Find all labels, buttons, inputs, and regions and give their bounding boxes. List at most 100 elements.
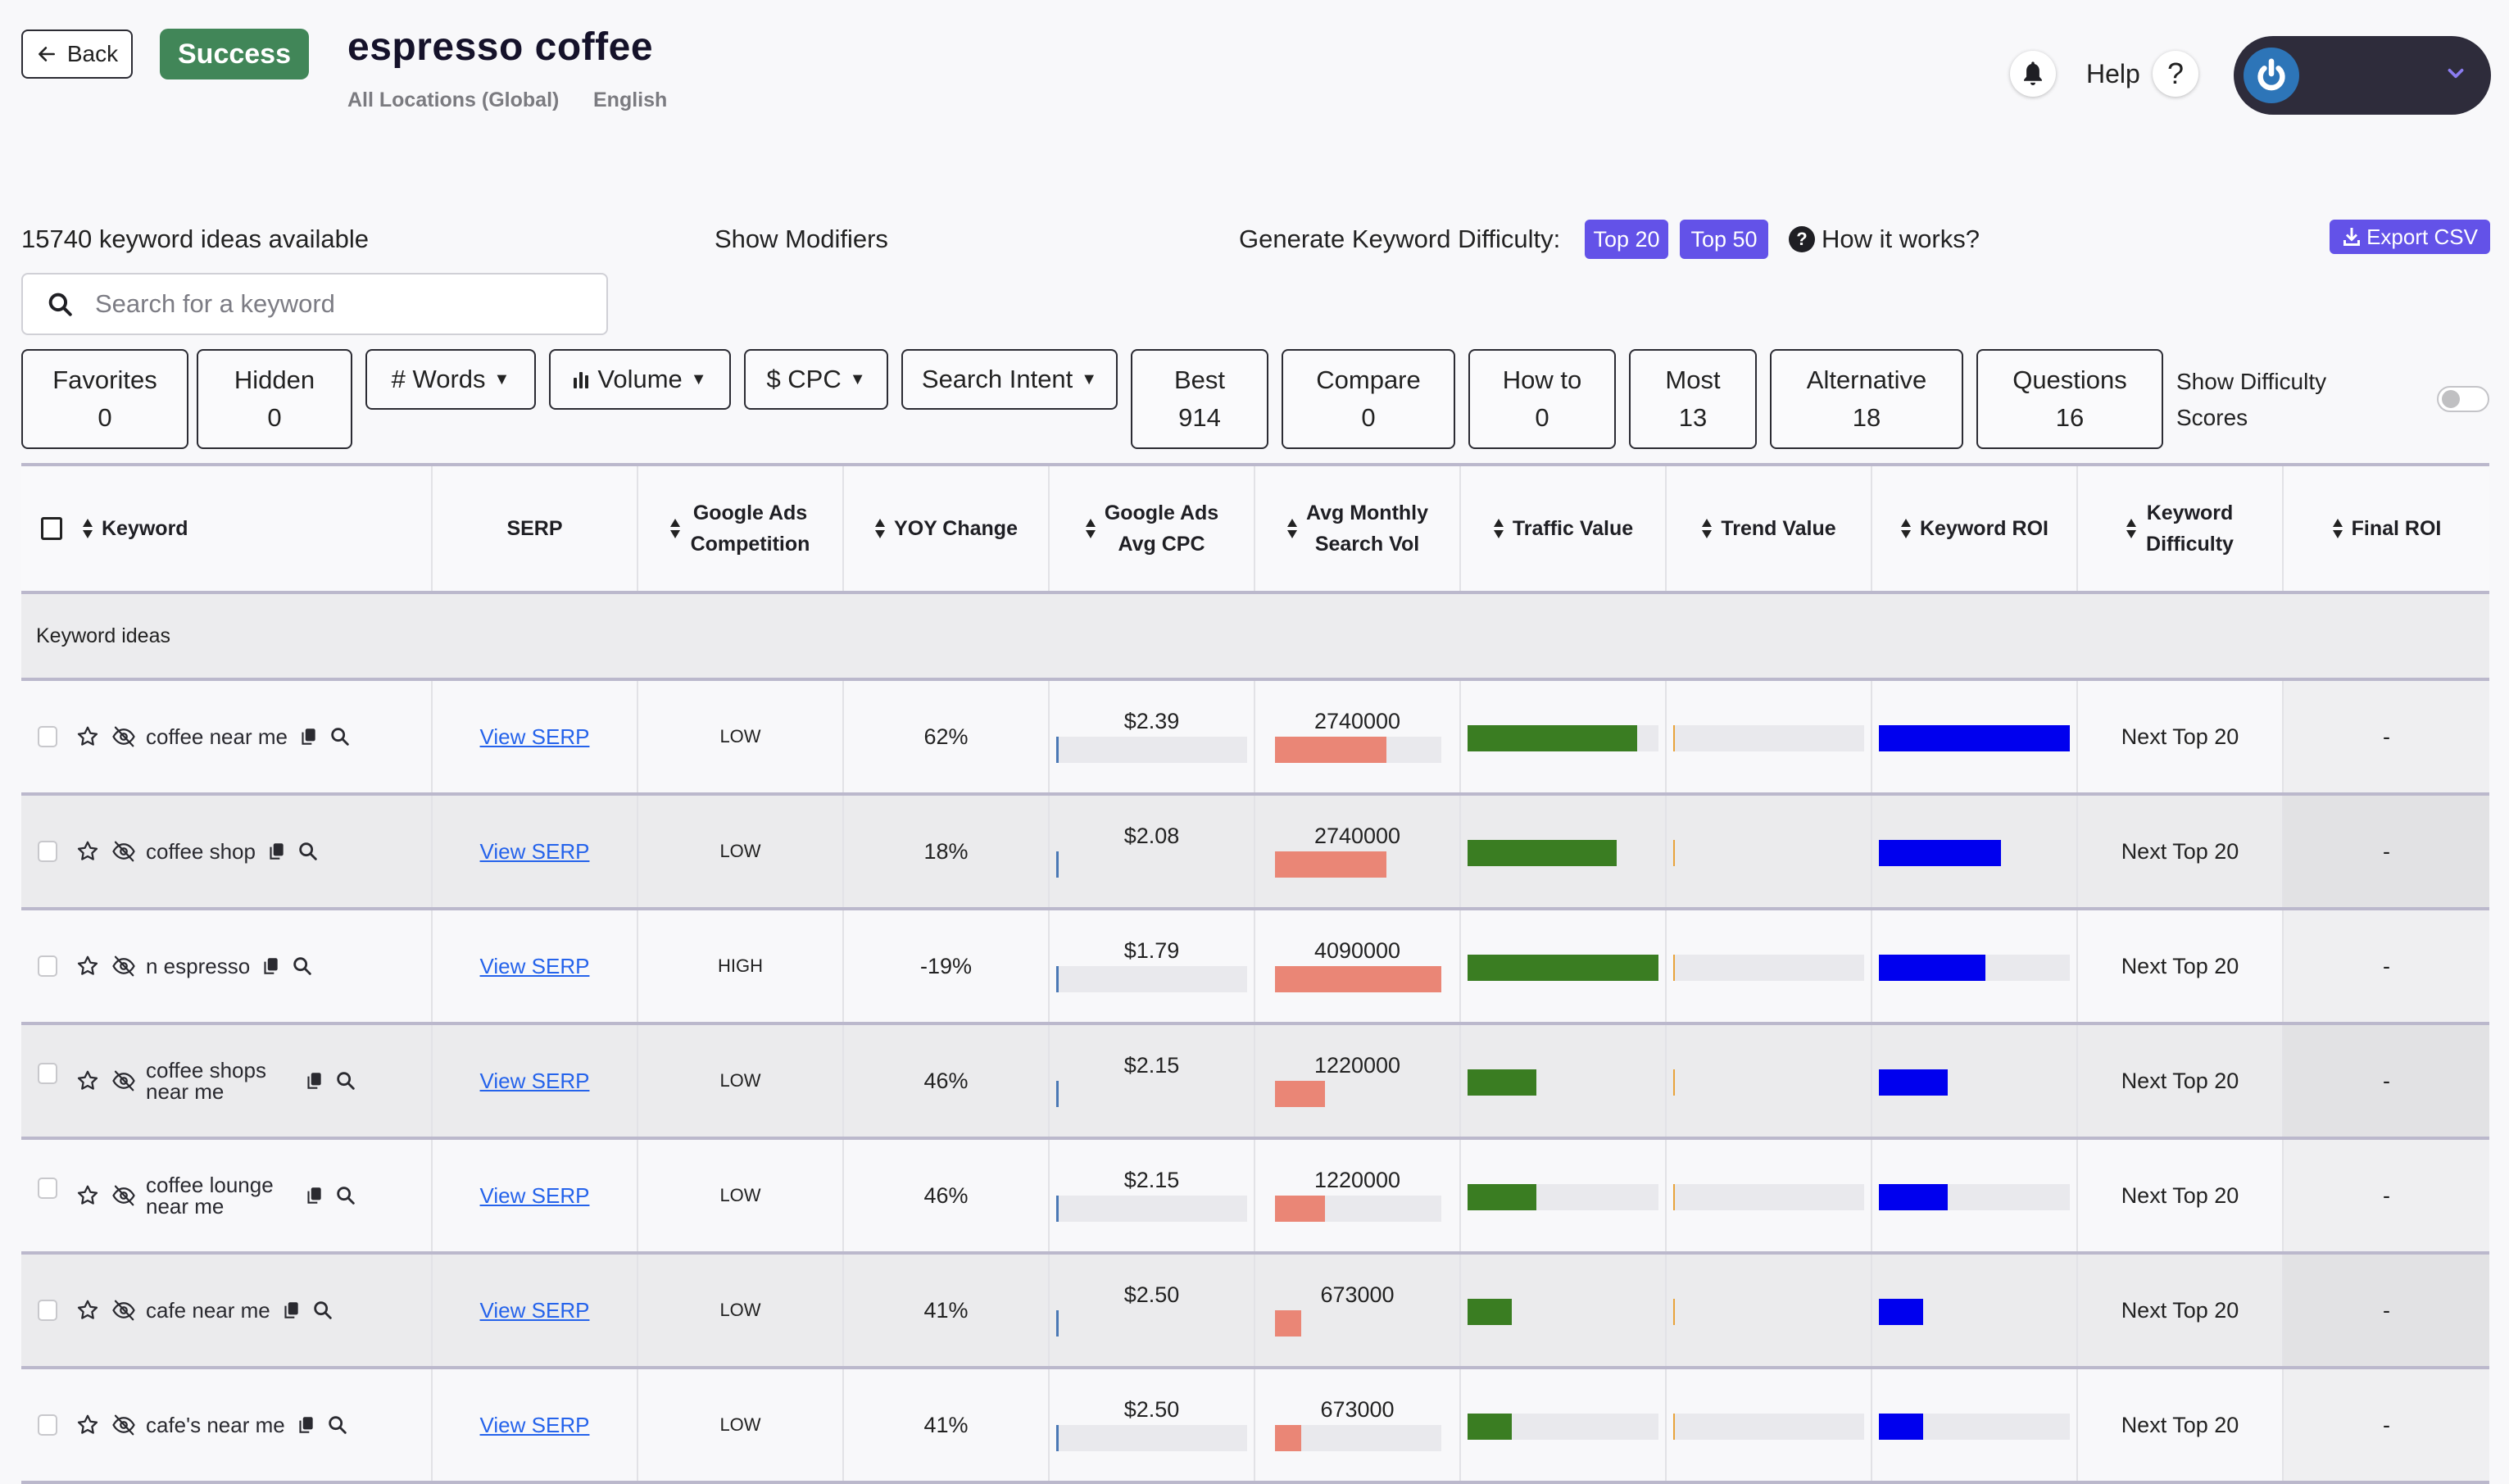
row-checkbox[interactable] xyxy=(38,1300,57,1321)
copy-icon[interactable] xyxy=(265,839,287,864)
column-label: SERP xyxy=(506,517,563,540)
filter-favorites[interactable]: Favorites 0 xyxy=(21,349,188,449)
cpc-value: $2.39 xyxy=(1123,709,1180,733)
difficulty-value[interactable]: Next Top 20 xyxy=(2121,724,2239,750)
star-icon[interactable] xyxy=(75,1069,100,1093)
star-icon[interactable] xyxy=(75,724,100,749)
cpc-value: $2.15 xyxy=(1123,1168,1180,1192)
view-serp-link[interactable]: View SERP xyxy=(480,954,590,979)
filter-label: Most xyxy=(1665,365,1721,394)
star-icon[interactable] xyxy=(75,1298,100,1323)
column-traffic-value[interactable]: Traffic Value xyxy=(1461,466,1667,591)
column-final-roi[interactable]: Final ROI xyxy=(2284,466,2489,591)
view-serp-link[interactable]: View SERP xyxy=(480,1069,590,1094)
difficulty-value[interactable]: Next Top 20 xyxy=(2121,1069,2239,1094)
export-csv-button[interactable]: Export CSV xyxy=(2330,220,2490,254)
view-serp-link[interactable]: View SERP xyxy=(480,839,590,865)
difficulty-scores-toggle[interactable] xyxy=(2437,386,2489,412)
search-icon[interactable] xyxy=(334,1069,357,1093)
volume-value: 673000 xyxy=(1320,1282,1395,1307)
search-input[interactable] xyxy=(93,288,569,320)
search-icon[interactable] xyxy=(291,954,314,978)
filter-search-intent-dropdown[interactable]: Search Intent ▼ xyxy=(901,349,1118,410)
back-button[interactable]: Back xyxy=(21,29,133,79)
eye-slash-icon[interactable] xyxy=(111,954,136,978)
filter-best[interactable]: Best 914 xyxy=(1131,349,1268,449)
row-checkbox[interactable] xyxy=(38,955,57,977)
eye-slash-icon[interactable] xyxy=(111,724,136,749)
search-icon[interactable] xyxy=(334,1183,357,1208)
bar-track xyxy=(1673,725,1864,751)
filter-questions[interactable]: Questions 16 xyxy=(1976,349,2163,449)
column-competition[interactable]: Google Ads Competition xyxy=(638,466,844,591)
row-checkbox[interactable] xyxy=(38,1178,57,1199)
trend-value-cell xyxy=(1667,1140,1872,1251)
copy-icon[interactable] xyxy=(303,1069,324,1093)
filter-how-to[interactable]: How to 0 xyxy=(1468,349,1616,449)
star-icon[interactable] xyxy=(75,1183,100,1208)
help-button[interactable]: ? xyxy=(2153,51,2198,97)
trend-bar xyxy=(1673,1299,1864,1325)
filter-label: Hidden xyxy=(234,365,315,394)
avatar xyxy=(2244,48,2299,103)
difficulty-value[interactable]: Next Top 20 xyxy=(2121,839,2239,865)
row-checkbox[interactable] xyxy=(38,841,57,862)
difficulty-value[interactable]: Next Top 20 xyxy=(2121,1298,2239,1323)
select-all-checkbox[interactable] xyxy=(41,517,62,540)
row-checkbox[interactable] xyxy=(38,1414,57,1436)
top-50-button[interactable]: Top 50 xyxy=(1680,220,1768,259)
copy-icon[interactable] xyxy=(260,954,281,978)
search-icon[interactable] xyxy=(329,724,352,749)
filter-words-dropdown[interactable]: # Words ▼ xyxy=(365,349,536,410)
column-avg-cpc[interactable]: Google Ads Avg CPC xyxy=(1050,466,1255,591)
eye-slash-icon[interactable] xyxy=(111,1413,136,1437)
copy-icon[interactable] xyxy=(297,724,319,749)
keyword-search[interactable] xyxy=(21,273,608,335)
difficulty-value[interactable]: Next Top 20 xyxy=(2121,1413,2239,1438)
column-keyword-difficulty[interactable]: Keyword Difficulty xyxy=(2078,466,2284,591)
copy-icon[interactable] xyxy=(303,1183,324,1208)
view-serp-link[interactable]: View SERP xyxy=(480,1413,590,1438)
filter-compare[interactable]: Compare 0 xyxy=(1282,349,1455,449)
copy-icon[interactable] xyxy=(295,1413,316,1437)
cpc-cell: $2.50 xyxy=(1050,1255,1255,1366)
column-yoy-change[interactable]: YOY Change xyxy=(844,466,1050,591)
help-label[interactable]: Help xyxy=(2086,59,2140,89)
filter-most[interactable]: Most 13 xyxy=(1629,349,1757,449)
page-title: espresso coffee xyxy=(347,25,654,69)
eye-slash-icon[interactable] xyxy=(111,1069,136,1093)
top-20-button[interactable]: Top 20 xyxy=(1585,220,1668,259)
user-menu[interactable] xyxy=(2234,36,2491,115)
show-modifiers-button[interactable]: Show Modifiers xyxy=(715,225,888,254)
star-icon[interactable] xyxy=(75,1413,100,1437)
column-trend-value[interactable]: Trend Value xyxy=(1667,466,1872,591)
keyword-text: coffee lounge near me xyxy=(146,1173,274,1219)
filter-cpc-dropdown[interactable]: $ CPC ▼ xyxy=(744,349,888,410)
filter-volume-dropdown[interactable]: Volume ▼ xyxy=(549,349,731,410)
view-serp-link[interactable]: View SERP xyxy=(480,1183,590,1209)
view-serp-link[interactable]: View SERP xyxy=(480,1298,590,1323)
search-icon[interactable] xyxy=(297,839,320,864)
column-keyword[interactable]: Keyword xyxy=(21,466,433,591)
eye-slash-icon[interactable] xyxy=(111,1183,136,1208)
eye-slash-icon[interactable] xyxy=(111,839,136,864)
view-serp-link[interactable]: View SERP xyxy=(480,724,590,750)
notifications-button[interactable] xyxy=(2010,51,2056,97)
filter-alternative[interactable]: Alternative 18 xyxy=(1770,349,1963,449)
row-checkbox[interactable] xyxy=(38,1063,57,1084)
difficulty-value[interactable]: Next Top 20 xyxy=(2121,1183,2239,1209)
final-roi-value: - xyxy=(2383,953,2390,978)
copy-icon[interactable] xyxy=(280,1298,302,1323)
search-icon[interactable] xyxy=(326,1413,349,1437)
how-it-works-link[interactable]: ? How it works? xyxy=(1789,225,1980,254)
filter-hidden[interactable]: Hidden 0 xyxy=(197,349,352,449)
column-keyword-roi[interactable]: Keyword ROI xyxy=(1872,466,2078,591)
column-search-volume[interactable]: Avg Monthly Search Vol xyxy=(1255,466,1461,591)
yoy-value: 41% xyxy=(923,1297,969,1323)
eye-slash-icon[interactable] xyxy=(111,1298,136,1323)
search-icon[interactable] xyxy=(311,1298,334,1323)
difficulty-value[interactable]: Next Top 20 xyxy=(2121,954,2239,979)
row-checkbox[interactable] xyxy=(38,726,57,747)
star-icon[interactable] xyxy=(75,954,100,978)
star-icon[interactable] xyxy=(75,839,100,864)
